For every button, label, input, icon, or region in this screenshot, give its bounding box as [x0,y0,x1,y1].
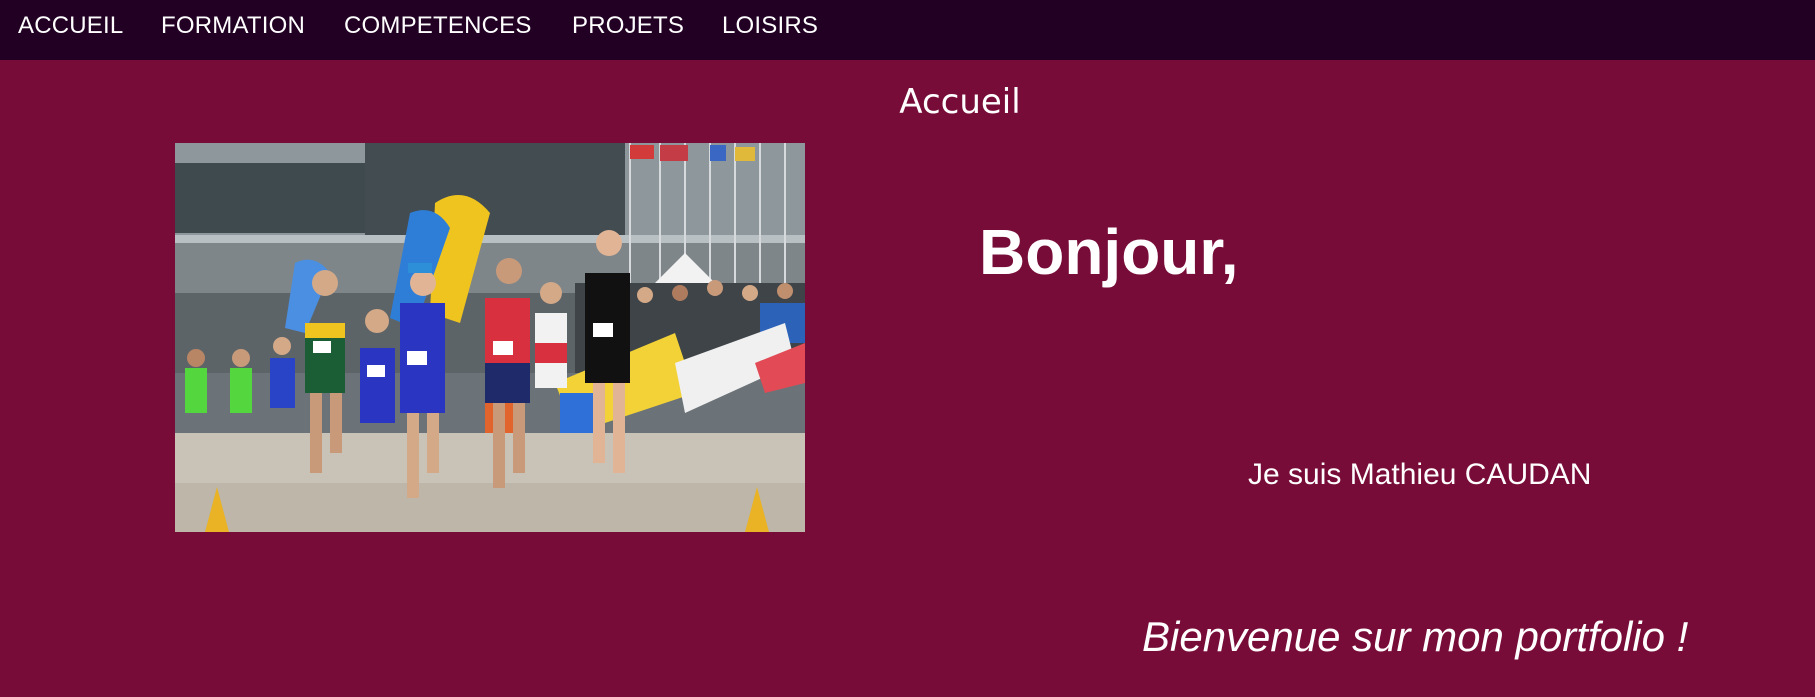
nav-item-accueil[interactable]: ACCUEIL [18,12,123,40]
nav-item-loisirs[interactable]: LOISIRS [722,12,818,40]
runners-race-photo [175,143,805,532]
page-title: Accueil [899,82,1021,122]
nav-item-formation[interactable]: FORMATION [161,12,305,40]
top-navbar: ACCUEIL FORMATION COMPETENCES PROJETS LO… [0,0,1815,60]
greeting-heading: Bonjour, [979,216,1239,288]
nav-item-projets[interactable]: PROJETS [572,12,684,40]
welcome-text: Bienvenue sur mon portfolio ! [1142,613,1689,660]
intro-text: Je suis Mathieu CAUDAN [1248,458,1592,491]
hero-photo [175,143,805,532]
nav-item-competences[interactable]: COMPETENCES [344,12,532,40]
